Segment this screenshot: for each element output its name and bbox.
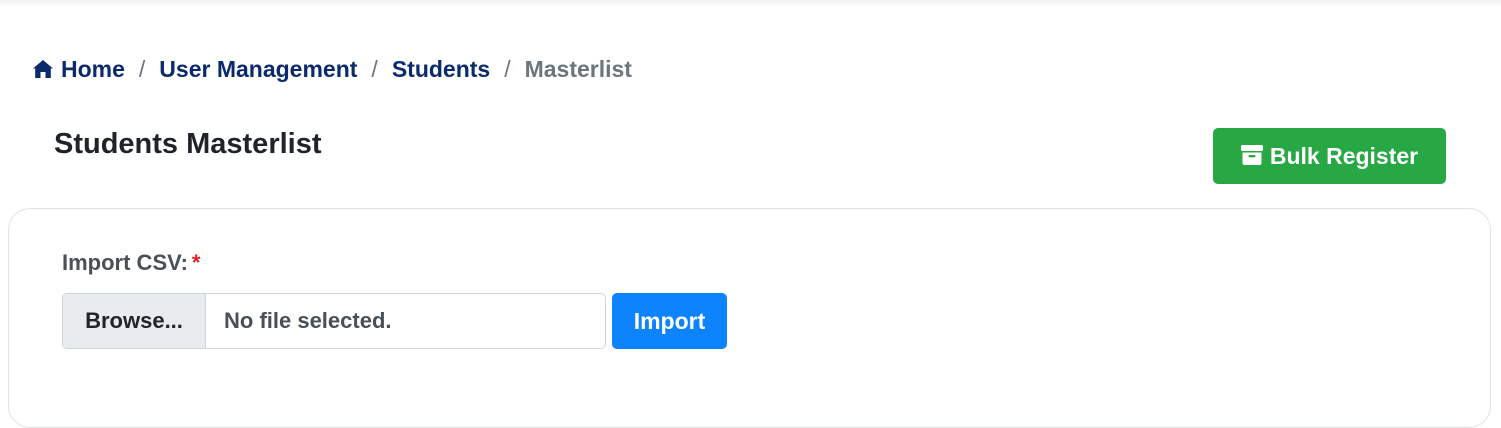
home-icon	[32, 58, 54, 80]
import-csv-label: Import CSV: *	[62, 250, 200, 276]
breadcrumb-separator: /	[504, 55, 511, 82]
breadcrumb-home[interactable]: Home	[32, 56, 125, 83]
bulk-register-label: Bulk Register	[1269, 142, 1419, 169]
top-bar-shadow	[0, 0, 1501, 8]
breadcrumb-link-user-management[interactable]: User Management	[159, 56, 357, 83]
breadcrumb-link-home[interactable]: Home	[61, 56, 125, 83]
breadcrumb-link-students[interactable]: Students	[392, 56, 490, 83]
import-button[interactable]: Import	[612, 293, 727, 349]
breadcrumb-current-masterlist: Masterlist	[524, 55, 632, 82]
file-status-text: No file selected.	[224, 308, 392, 333]
archive-icon	[1240, 145, 1263, 167]
required-marker: *	[191, 250, 201, 275]
csv-file-input[interactable]: Browse... No file selected.	[62, 293, 606, 349]
page-title: Students Masterlist	[54, 128, 322, 160]
browse-button[interactable]: Browse...	[63, 294, 206, 348]
import-csv-label-text: Import CSV:	[62, 250, 188, 275]
breadcrumb: Home / User Management / Students / Mast…	[32, 54, 632, 84]
bulk-register-button[interactable]: Bulk Register	[1213, 128, 1446, 184]
breadcrumb-separator: /	[371, 55, 378, 82]
breadcrumb-separator: /	[138, 55, 146, 82]
